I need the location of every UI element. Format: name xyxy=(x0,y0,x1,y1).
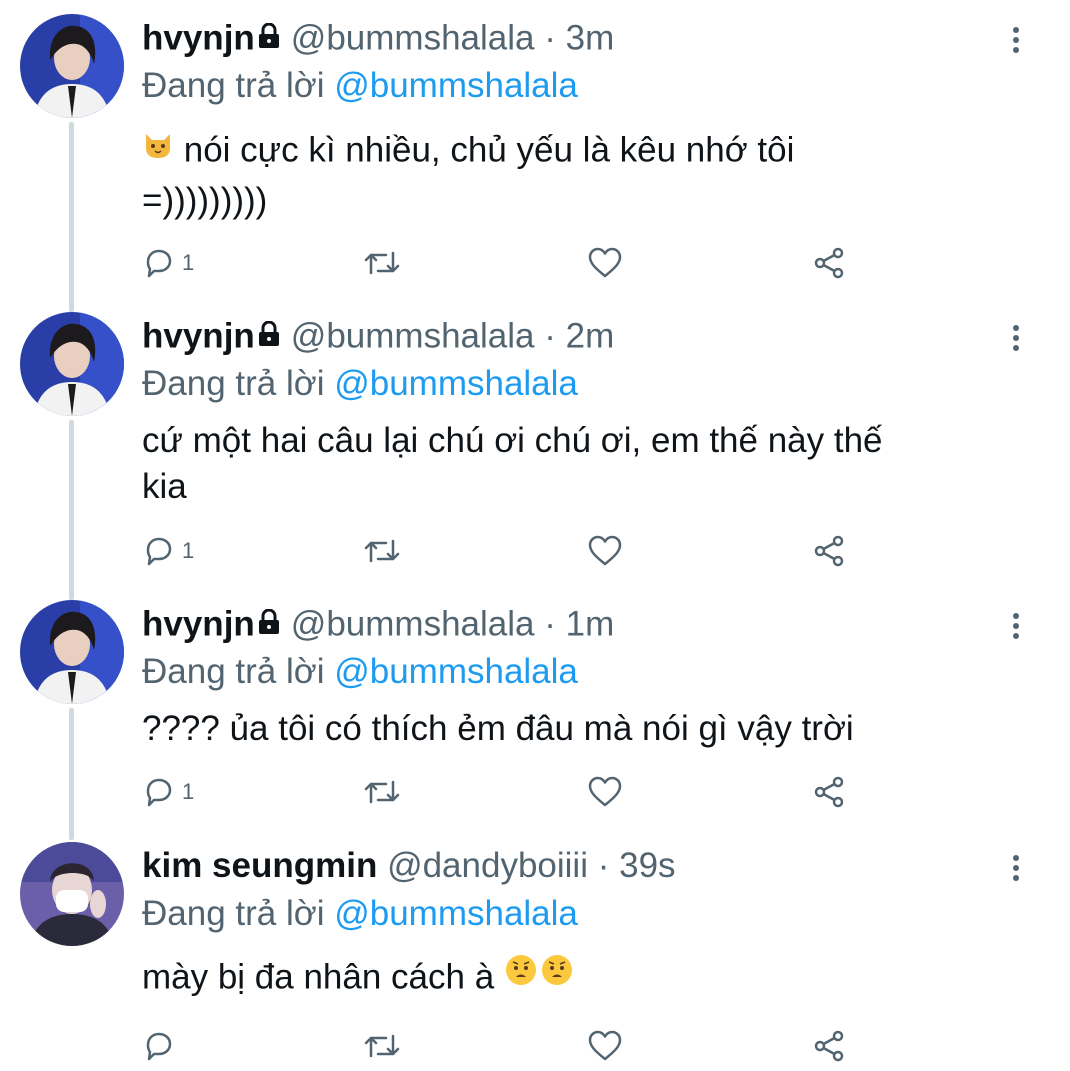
tweet-text: ???? ủa tôi có thích ẻm đâu mà nói gì vậ… xyxy=(142,706,1022,752)
timestamp[interactable]: 3m xyxy=(566,18,615,57)
retweet-icon xyxy=(362,1029,402,1063)
like-button[interactable] xyxy=(587,772,623,812)
separator: · xyxy=(544,18,556,58)
retweet-button[interactable] xyxy=(362,531,402,571)
display-name[interactable]: hvynjn xyxy=(142,604,255,643)
reply-context: Đang trả lời @bummshalala xyxy=(142,64,578,108)
tweet[interactable]: kim seungmin @dandyboiiii · 39s Đang trả… xyxy=(0,828,1070,1071)
tweet-header: hvynjn @bummshalala · 1m xyxy=(142,602,614,650)
separator: · xyxy=(597,846,610,885)
more-icon[interactable] xyxy=(1000,610,1032,642)
cat-face-emoji xyxy=(142,126,174,172)
display-name[interactable]: hvynjn xyxy=(142,18,255,57)
retweet-button[interactable] xyxy=(362,1026,402,1066)
reply-button[interactable]: 1 xyxy=(142,772,194,812)
retweet-icon xyxy=(362,775,402,809)
retweet-icon xyxy=(362,534,402,568)
more-icon[interactable] xyxy=(1000,24,1032,56)
reply-button[interactable]: 1 xyxy=(142,531,194,571)
tweet[interactable]: hvynjn @bummshalala · 3m Đang trả lời @bu… xyxy=(0,0,1070,300)
tweet-text-line: nói cực kì nhiều, chủ yếu là kêu nhớ tôi xyxy=(183,130,795,170)
reply-icon xyxy=(142,246,176,280)
reply-context: Đang trả lời @bummshalala xyxy=(142,362,578,406)
avatar[interactable] xyxy=(20,14,124,118)
retweet-button[interactable] xyxy=(362,772,402,812)
handle[interactable]: @bummshalala xyxy=(291,18,535,57)
share-icon xyxy=(812,1029,848,1063)
reply-context: Đang trả lời @bummshalala xyxy=(142,650,578,694)
tweet-header: kim seungmin @dandyboiiii · 39s xyxy=(142,844,676,888)
reply-prefix: Đang trả lời xyxy=(142,364,325,403)
share-button[interactable] xyxy=(812,243,848,283)
reply-button[interactable]: 1 xyxy=(142,243,194,283)
like-icon xyxy=(587,1029,623,1063)
avatar[interactable] xyxy=(20,842,124,946)
reply-count: 1 xyxy=(182,250,195,275)
share-icon xyxy=(812,775,848,809)
tweet[interactable]: hvynjn @bummshalala · 1m Đang trả lời @bu… xyxy=(0,586,1070,830)
reply-mention-link[interactable]: @bummshalala xyxy=(334,652,578,691)
tweet-text-line: ???? ủa tôi có thích ẻm đâu mà nói gì vậ… xyxy=(142,709,854,748)
like-icon xyxy=(587,246,623,280)
tweet-actions: 1 xyxy=(142,772,862,812)
lock-icon xyxy=(257,602,281,646)
like-button[interactable] xyxy=(587,1026,623,1066)
like-button[interactable] xyxy=(587,243,623,283)
reply-mention-link[interactable]: @bummshalala xyxy=(334,66,578,105)
timestamp[interactable]: 1m xyxy=(566,604,615,643)
share-icon xyxy=(812,534,848,568)
tweet-text: cứ một hai câu lại chú ơi chú ơi, em thế… xyxy=(142,418,1022,510)
like-button[interactable] xyxy=(587,531,623,571)
more-icon[interactable] xyxy=(1000,852,1032,884)
handle[interactable]: @bummshalala xyxy=(291,604,535,643)
share-button[interactable] xyxy=(812,1026,848,1066)
timestamp[interactable]: 39s xyxy=(619,846,675,885)
more-icon[interactable] xyxy=(1000,322,1032,354)
separator: · xyxy=(544,604,556,644)
handle[interactable]: @bummshalala xyxy=(291,316,535,355)
reply-icon xyxy=(142,1029,176,1063)
retweet-icon xyxy=(362,246,402,280)
reply-prefix: Đang trả lời xyxy=(142,894,325,933)
tweet-header: hvynjn @bummshalala · 3m xyxy=(142,16,614,64)
tweet-text-line: =))))))))) xyxy=(142,181,268,220)
like-icon xyxy=(587,534,623,568)
reply-count: 1 xyxy=(182,779,195,804)
reply-button[interactable] xyxy=(142,1026,182,1066)
handle[interactable]: @dandyboiiii xyxy=(387,846,588,885)
reply-icon xyxy=(142,775,176,809)
timestamp[interactable]: 2m xyxy=(566,316,615,355)
like-icon xyxy=(587,775,623,809)
reply-context: Đang trả lời @bummshalala xyxy=(142,892,578,936)
share-button[interactable] xyxy=(812,772,848,812)
tweet-actions xyxy=(142,1026,862,1066)
tweet[interactable]: hvynjn @bummshalala · 2m Đang trả lời @bu… xyxy=(0,298,1070,588)
reply-mention-link[interactable]: @bummshalala xyxy=(334,894,578,933)
lock-icon xyxy=(257,16,281,60)
lock-icon xyxy=(257,314,281,358)
tweet-actions: 1 xyxy=(142,243,862,283)
avatar[interactable] xyxy=(20,312,124,416)
tweet-text: mày bị đa nhân cách à xyxy=(142,952,1022,1006)
reply-mention-link[interactable]: @bummshalala xyxy=(334,364,578,403)
share-icon xyxy=(812,246,848,280)
tweet-text-line: cứ một hai câu lại chú ơi chú ơi, em thế… xyxy=(142,421,883,460)
tweet-text: nói cực kì nhiều, chủ yếu là kêu nhớ tôi… xyxy=(142,126,1022,224)
worried-face-emoji xyxy=(504,952,576,1000)
display-name[interactable]: kim seungmin xyxy=(142,846,377,885)
retweet-button[interactable] xyxy=(362,243,402,283)
reply-prefix: Đang trả lời xyxy=(142,66,325,105)
reply-count: 1 xyxy=(182,538,195,563)
reply-icon xyxy=(142,534,176,568)
tweet-text-line: kia xyxy=(142,467,187,506)
tweet-header: hvynjn @bummshalala · 2m xyxy=(142,314,614,362)
share-button[interactable] xyxy=(812,531,848,571)
reply-prefix: Đang trả lời xyxy=(142,652,325,691)
avatar[interactable] xyxy=(20,600,124,704)
display-name[interactable]: hvynjn xyxy=(142,316,255,355)
separator: · xyxy=(544,316,556,356)
tweet-actions: 1 xyxy=(142,531,862,571)
tweet-text-line: mày bị đa nhân cách à xyxy=(142,957,495,997)
